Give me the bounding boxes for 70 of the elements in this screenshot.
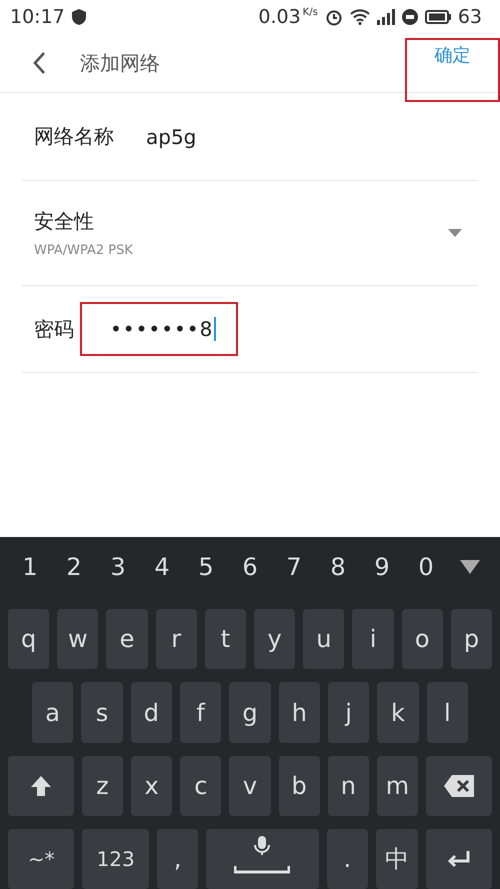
key[interactable]: t bbox=[204, 609, 246, 670]
network-name-field[interactable]: ap5g bbox=[146, 124, 196, 148]
field-label: 密码 bbox=[34, 316, 74, 342]
key[interactable]: v bbox=[229, 756, 271, 816]
hd-icon bbox=[402, 9, 418, 25]
speed-unit: K/s bbox=[302, 7, 318, 18]
signal-icon bbox=[376, 9, 395, 25]
key[interactable]: n bbox=[328, 756, 369, 816]
security-value: WPA/WPA2 PSK bbox=[34, 243, 133, 258]
key[interactable]: a bbox=[32, 682, 74, 743]
key[interactable]: z bbox=[82, 756, 124, 816]
enter-key[interactable] bbox=[426, 828, 492, 889]
key[interactable]: 123 bbox=[82, 828, 149, 889]
key[interactable]: h bbox=[278, 682, 320, 743]
key[interactable]: x bbox=[131, 756, 172, 816]
key[interactable]: i bbox=[352, 609, 394, 670]
battery-icon bbox=[424, 10, 451, 24]
number-key[interactable]: 2 bbox=[52, 552, 96, 581]
number-key[interactable]: 3 bbox=[96, 552, 140, 581]
caret-icon bbox=[460, 560, 480, 574]
key[interactable]: w bbox=[57, 609, 98, 670]
number-key[interactable]: 9 bbox=[360, 552, 404, 581]
page-title: 添加网络 bbox=[80, 50, 160, 76]
key[interactable]: m bbox=[376, 756, 418, 816]
shield-icon bbox=[72, 9, 86, 25]
key[interactable]: ~* bbox=[8, 828, 74, 889]
password-field[interactable]: •••••••8 bbox=[80, 302, 238, 356]
number-key[interactable]: 1 bbox=[8, 552, 52, 581]
key[interactable]: d bbox=[130, 682, 172, 743]
backspace-key[interactable] bbox=[426, 756, 492, 816]
shift-key[interactable] bbox=[8, 756, 74, 816]
confirm-button[interactable]: 确定 bbox=[405, 38, 500, 102]
key[interactable]: p bbox=[450, 609, 492, 670]
field-label: 网络名称 bbox=[34, 123, 114, 150]
clock: 10:17 bbox=[10, 6, 65, 28]
key[interactable]: f bbox=[180, 682, 222, 743]
shift-icon bbox=[28, 774, 53, 798]
field-label: 安全性 bbox=[34, 208, 95, 235]
battery-percent: 63 bbox=[458, 6, 482, 28]
wifi-icon bbox=[350, 9, 370, 25]
key[interactable]: , bbox=[156, 828, 198, 889]
key[interactable]: . bbox=[326, 828, 368, 889]
alarm-icon bbox=[324, 8, 343, 26]
key[interactable]: c bbox=[180, 756, 222, 816]
number-key[interactable]: 8 bbox=[316, 552, 360, 581]
key[interactable]: s bbox=[81, 682, 123, 743]
number-key[interactable]: 4 bbox=[140, 552, 184, 581]
key[interactable]: j bbox=[328, 682, 370, 743]
key[interactable]: o bbox=[402, 609, 443, 670]
back-icon bbox=[32, 51, 46, 75]
enter-icon bbox=[446, 848, 472, 869]
key[interactable]: y bbox=[254, 609, 296, 670]
space-key[interactable] bbox=[206, 828, 319, 889]
key[interactable]: r bbox=[156, 609, 197, 670]
key[interactable]: k bbox=[377, 682, 419, 743]
backspace-icon bbox=[444, 774, 474, 797]
key[interactable]: b bbox=[278, 756, 320, 816]
key[interactable]: q bbox=[8, 609, 50, 670]
number-key[interactable]: 6 bbox=[228, 552, 272, 581]
key[interactable]: e bbox=[106, 609, 148, 670]
number-key[interactable]: 0 bbox=[404, 552, 448, 581]
key[interactable]: 中 bbox=[376, 828, 418, 889]
number-key[interactable]: 7 bbox=[272, 552, 316, 581]
dropdown-arrow-icon bbox=[448, 229, 462, 237]
network-speed: 0.03 bbox=[258, 6, 301, 28]
key[interactable]: g bbox=[229, 682, 271, 743]
key[interactable]: u bbox=[303, 609, 344, 670]
security-dropdown[interactable]: 安全性 WPA/WPA2 PSK bbox=[22, 181, 478, 286]
key[interactable]: l bbox=[426, 682, 468, 743]
number-key[interactable]: 5 bbox=[184, 552, 228, 581]
